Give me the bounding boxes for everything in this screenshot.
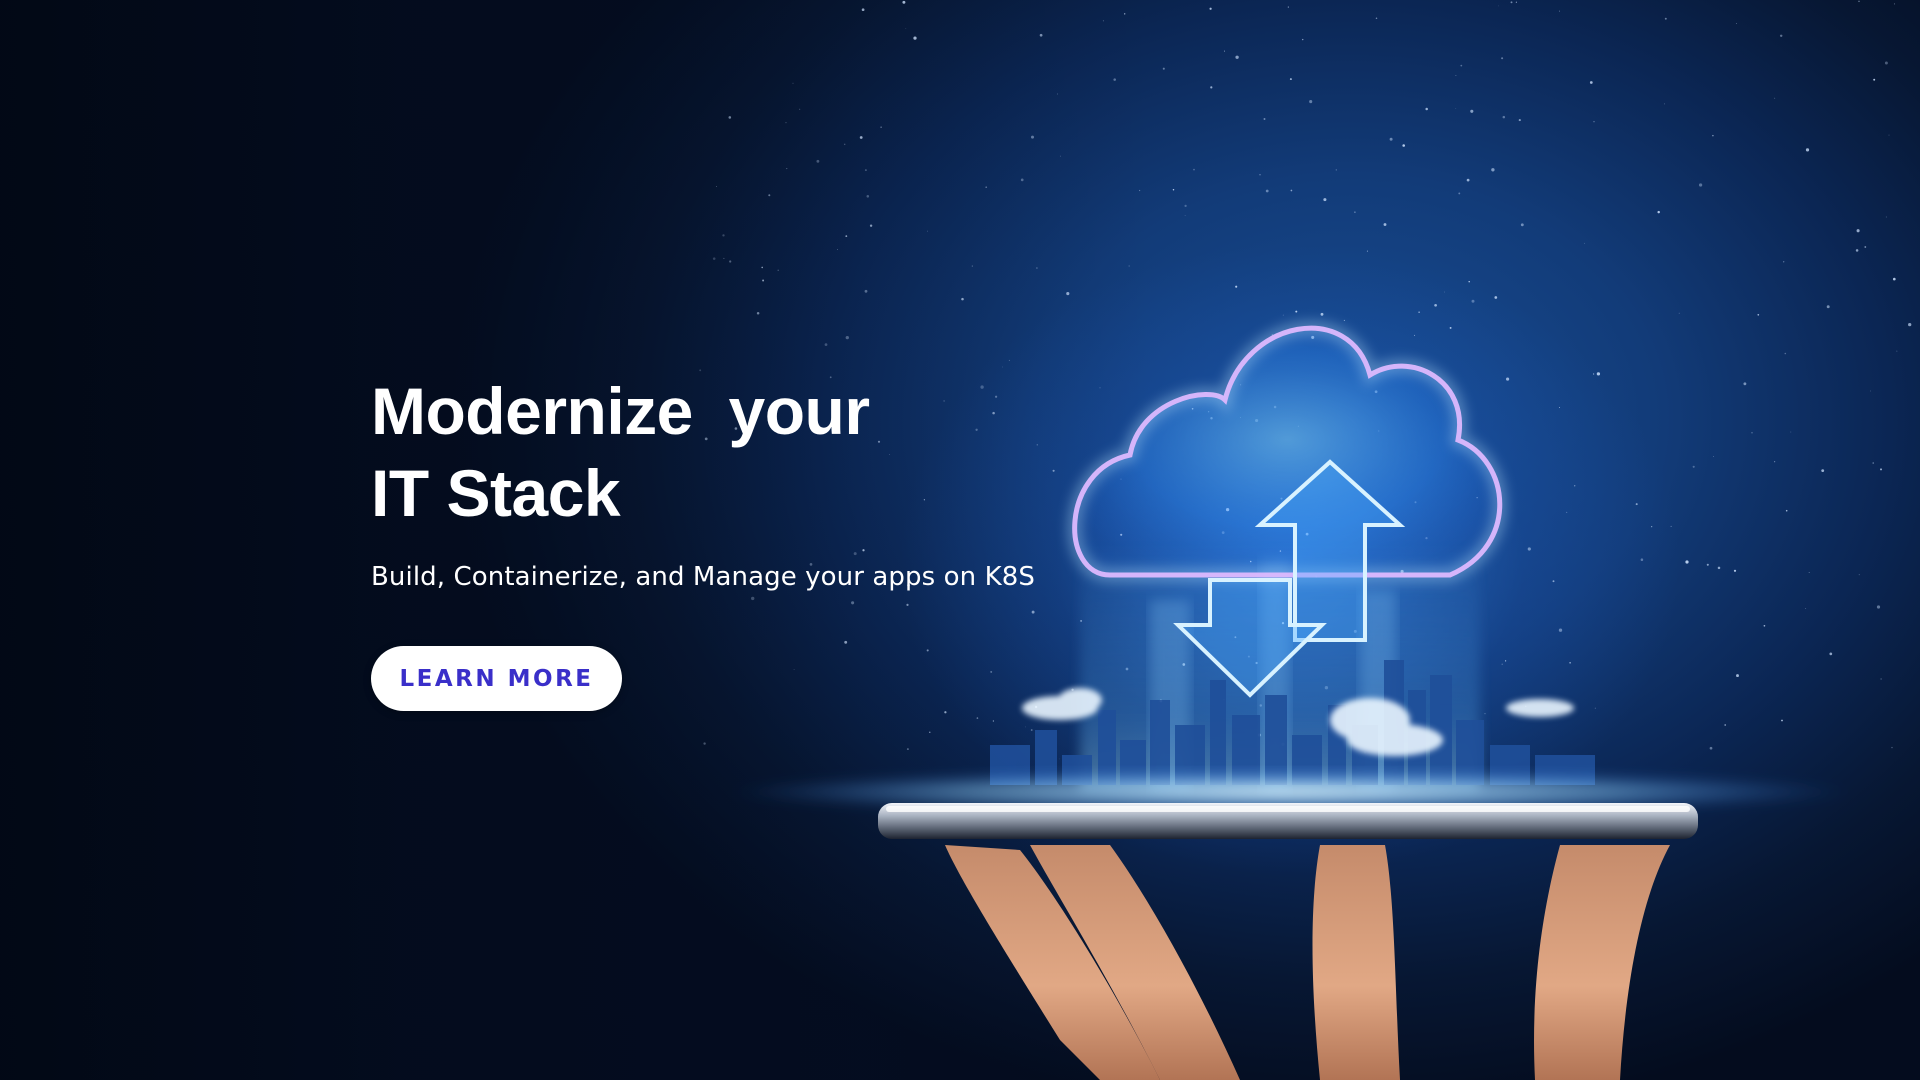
headline-line-1: Modernize your <box>371 374 870 448</box>
learn-more-button[interactable]: LEARN MORE <box>371 646 622 711</box>
hero-headline: Modernize your IT Stack <box>371 370 1071 534</box>
hero-subheadline: Build, Containerize, and Manage your app… <box>371 562 1035 592</box>
hero-copy: Modernize your IT Stack Build, Container… <box>371 370 1071 711</box>
hand <box>945 845 1670 1080</box>
cloud-icon <box>1067 321 1507 582</box>
headline-line-2: IT Stack <box>371 456 621 530</box>
smartphone <box>878 803 1698 839</box>
hero-banner: Modernize your IT Stack Build, Container… <box>0 0 1920 1080</box>
